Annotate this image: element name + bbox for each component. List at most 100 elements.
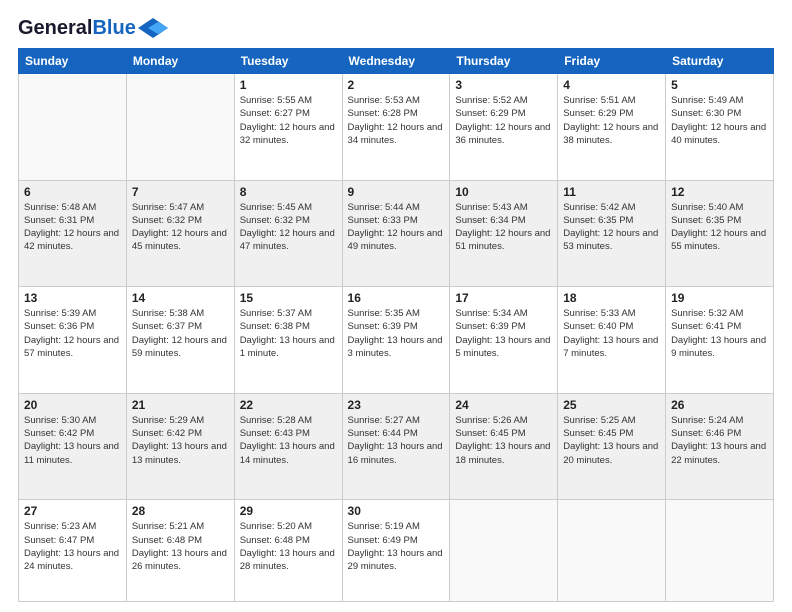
calendar-day-cell: 12Sunrise: 5:40 AM Sunset: 6:35 PM Dayli… [666,180,774,287]
calendar-week-row: 1Sunrise: 5:55 AM Sunset: 6:27 PM Daylig… [19,74,774,181]
day-of-week-header: Monday [126,49,234,74]
day-info: Sunrise: 5:23 AM Sunset: 6:47 PM Dayligh… [24,520,121,573]
day-info: Sunrise: 5:42 AM Sunset: 6:35 PM Dayligh… [563,201,660,254]
day-of-week-header: Wednesday [342,49,450,74]
day-info: Sunrise: 5:28 AM Sunset: 6:43 PM Dayligh… [240,414,337,467]
calendar-day-cell: 23 Sunrise: 5:27 AM Sunset: 6:44 PM Dayli… [342,393,450,500]
logo-text: GeneralBlue [18,18,136,38]
day-info: Sunrise: 5:49 AM Sunset: 6:30 PM Dayligh… [671,94,768,147]
day-info: Sunrise: 5:30 AM Sunset: 6:42 PM Dayligh… [24,414,121,467]
calendar-day-cell: 21 Sunrise: 5:29 AM Sunset: 6:42 PM Dayli… [126,393,234,500]
day-number: 6 [24,185,121,199]
day-number: 19 [671,291,768,305]
day-info: Sunrise: 5:45 AM Sunset: 6:32 PM Dayligh… [240,201,337,254]
day-info: Sunrise: 5:52 AM Sunset: 6:29 PM Dayligh… [455,94,552,147]
calendar-day-cell: 25 Sunrise: 5:25 AM Sunset: 6:45 PM Dayli… [558,393,666,500]
day-info: Sunrise: 5:55 AM Sunset: 6:27 PM Dayligh… [240,94,337,147]
day-number: 5 [671,78,768,92]
calendar-day-cell: 4Sunrise: 5:51 AM Sunset: 6:29 PM Daylig… [558,74,666,181]
calendar-week-row: 6Sunrise: 5:48 AM Sunset: 6:31 PM Daylig… [19,180,774,287]
day-info: Sunrise: 5:35 AM Sunset: 6:39 PM Dayligh… [348,307,445,360]
calendar-week-row: 13 Sunrise: 5:39 AM Sunset: 6:36 PM Dayli… [19,287,774,394]
calendar-day-cell: 18 Sunrise: 5:33 AM Sunset: 6:40 PM Dayli… [558,287,666,394]
day-of-week-header: Saturday [666,49,774,74]
calendar-day-cell: 20Sunrise: 5:30 AM Sunset: 6:42 PM Dayli… [19,393,127,500]
calendar-day-cell: 3Sunrise: 5:52 AM Sunset: 6:29 PM Daylig… [450,74,558,181]
day-number: 23 [348,398,445,412]
day-info: Sunrise: 5:32 AM Sunset: 6:41 PM Dayligh… [671,307,768,360]
day-number: 18 [563,291,660,305]
day-info: Sunrise: 5:19 AM Sunset: 6:49 PM Dayligh… [348,520,445,573]
calendar-day-cell: 11 Sunrise: 5:42 AM Sunset: 6:35 PM Dayli… [558,180,666,287]
calendar-day-cell: 8 Sunrise: 5:45 AM Sunset: 6:32 PM Daylig… [234,180,342,287]
day-info: Sunrise: 5:39 AM Sunset: 6:36 PM Dayligh… [24,307,121,360]
day-number: 26 [671,398,768,412]
day-number: 7 [132,185,229,199]
day-info: Sunrise: 5:47 AM Sunset: 6:32 PM Dayligh… [132,201,229,254]
page: GeneralBlue SundayMondayTuesdayWednesday… [0,0,792,612]
calendar-day-cell: 27Sunrise: 5:23 AM Sunset: 6:47 PM Dayli… [19,500,127,602]
calendar-day-cell: 7 Sunrise: 5:47 AM Sunset: 6:32 PM Daylig… [126,180,234,287]
day-of-week-header: Sunday [19,49,127,74]
calendar-day-cell: 24Sunrise: 5:26 AM Sunset: 6:45 PM Dayli… [450,393,558,500]
calendar-day-cell: 29 Sunrise: 5:20 AM Sunset: 6:48 PM Dayli… [234,500,342,602]
day-info: Sunrise: 5:34 AM Sunset: 6:39 PM Dayligh… [455,307,552,360]
day-info: Sunrise: 5:20 AM Sunset: 6:48 PM Dayligh… [240,520,337,573]
day-info: Sunrise: 5:33 AM Sunset: 6:40 PM Dayligh… [563,307,660,360]
calendar-day-cell: 16 Sunrise: 5:35 AM Sunset: 6:39 PM Dayli… [342,287,450,394]
day-of-week-header: Friday [558,49,666,74]
calendar-day-cell: 10Sunrise: 5:43 AM Sunset: 6:34 PM Dayli… [450,180,558,287]
calendar-day-cell: 26 Sunrise: 5:24 AM Sunset: 6:46 PM Dayli… [666,393,774,500]
calendar-day-cell [126,74,234,181]
day-of-week-header: Thursday [450,49,558,74]
day-number: 13 [24,291,121,305]
day-info: Sunrise: 5:38 AM Sunset: 6:37 PM Dayligh… [132,307,229,360]
calendar-day-cell: 28 Sunrise: 5:21 AM Sunset: 6:48 PM Dayli… [126,500,234,602]
calendar-day-cell: 6Sunrise: 5:48 AM Sunset: 6:31 PM Daylig… [19,180,127,287]
day-info: Sunrise: 5:21 AM Sunset: 6:48 PM Dayligh… [132,520,229,573]
calendar-day-cell: 19 Sunrise: 5:32 AM Sunset: 6:41 PM Dayli… [666,287,774,394]
day-number: 10 [455,185,552,199]
day-number: 24 [455,398,552,412]
day-info: Sunrise: 5:53 AM Sunset: 6:28 PM Dayligh… [348,94,445,147]
day-number: 25 [563,398,660,412]
day-number: 21 [132,398,229,412]
day-info: Sunrise: 5:44 AM Sunset: 6:33 PM Dayligh… [348,201,445,254]
day-number: 4 [563,78,660,92]
calendar-table: SundayMondayTuesdayWednesdayThursdayFrid… [18,48,774,602]
day-number: 30 [348,504,445,518]
calendar-day-cell: 14Sunrise: 5:38 AM Sunset: 6:37 PM Dayli… [126,287,234,394]
day-number: 29 [240,504,337,518]
calendar-day-cell [558,500,666,602]
calendar-day-cell [450,500,558,602]
logo: GeneralBlue [18,18,168,38]
day-number: 22 [240,398,337,412]
calendar-day-cell: 2 Sunrise: 5:53 AM Sunset: 6:28 PM Daylig… [342,74,450,181]
day-info: Sunrise: 5:27 AM Sunset: 6:44 PM Dayligh… [348,414,445,467]
calendar-day-cell [666,500,774,602]
calendar-day-cell: 5 Sunrise: 5:49 AM Sunset: 6:30 PM Daylig… [666,74,774,181]
calendar-day-cell: 9 Sunrise: 5:44 AM Sunset: 6:33 PM Daylig… [342,180,450,287]
day-number: 17 [455,291,552,305]
day-number: 12 [671,185,768,199]
day-number: 9 [348,185,445,199]
day-info: Sunrise: 5:29 AM Sunset: 6:42 PM Dayligh… [132,414,229,467]
calendar-header-row: SundayMondayTuesdayWednesdayThursdayFrid… [19,49,774,74]
calendar-day-cell: 1Sunrise: 5:55 AM Sunset: 6:27 PM Daylig… [234,74,342,181]
day-info: Sunrise: 5:25 AM Sunset: 6:45 PM Dayligh… [563,414,660,467]
day-number: 8 [240,185,337,199]
calendar-day-cell: 22 Sunrise: 5:28 AM Sunset: 6:43 PM Dayli… [234,393,342,500]
day-number: 11 [563,185,660,199]
calendar-day-cell: 15 Sunrise: 5:37 AM Sunset: 6:38 PM Dayli… [234,287,342,394]
day-number: 28 [132,504,229,518]
calendar-day-cell: 30 Sunrise: 5:19 AM Sunset: 6:49 PM Dayli… [342,500,450,602]
calendar-week-row: 20Sunrise: 5:30 AM Sunset: 6:42 PM Dayli… [19,393,774,500]
day-number: 2 [348,78,445,92]
day-number: 16 [348,291,445,305]
calendar-week-row: 27Sunrise: 5:23 AM Sunset: 6:47 PM Dayli… [19,500,774,602]
header: GeneralBlue [18,18,774,38]
calendar-day-cell: 17 Sunrise: 5:34 AM Sunset: 6:39 PM Dayli… [450,287,558,394]
day-info: Sunrise: 5:24 AM Sunset: 6:46 PM Dayligh… [671,414,768,467]
day-info: Sunrise: 5:37 AM Sunset: 6:38 PM Dayligh… [240,307,337,360]
day-number: 15 [240,291,337,305]
